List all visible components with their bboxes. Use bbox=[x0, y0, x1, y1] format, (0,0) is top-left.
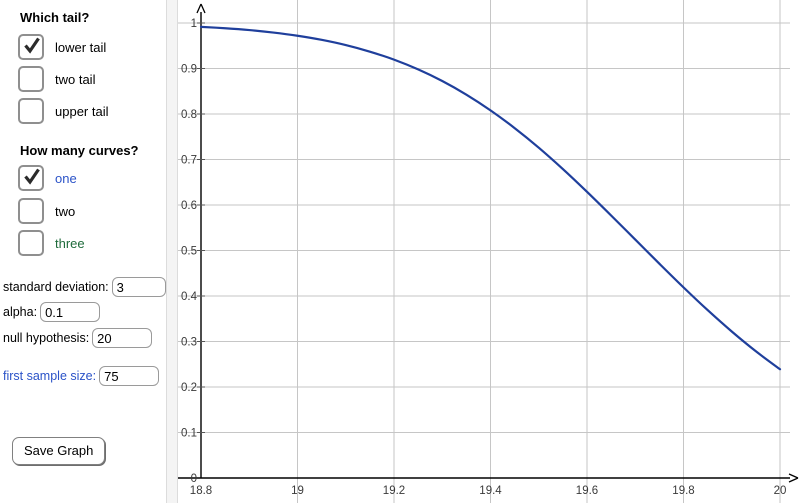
x-tick-label: 19.4 bbox=[479, 485, 502, 497]
checkbox-two-tail[interactable] bbox=[18, 66, 44, 92]
how-many-curves-heading: How many curves? bbox=[20, 143, 139, 158]
input-alpha[interactable] bbox=[40, 302, 101, 322]
label-alpha: alpha: bbox=[3, 304, 38, 319]
check-mark-icon bbox=[24, 168, 40, 185]
checkbox-one-curve[interactable] bbox=[18, 165, 44, 191]
which-tail-heading: Which tail? bbox=[20, 10, 90, 25]
field-row-standard-deviation: standard deviation: bbox=[3, 276, 166, 298]
check-mark-icon bbox=[24, 37, 40, 54]
checkbox-row-two-tail[interactable]: two tail bbox=[18, 65, 95, 93]
input-standard-deviation[interactable] bbox=[111, 277, 166, 297]
x-axis-arrow-icon bbox=[788, 473, 799, 483]
field-row-first-sample-size: first sample size: bbox=[3, 365, 160, 387]
checkbox-label-three-curves: three bbox=[55, 235, 85, 251]
axes bbox=[178, 3, 799, 483]
label-null-hypothesis: null hypothesis: bbox=[3, 330, 90, 345]
label-first-sample-size: first sample size: bbox=[3, 368, 97, 383]
checkbox-label-one-curve: one bbox=[55, 170, 77, 186]
panel-divider-scrollbar[interactable] bbox=[166, 0, 178, 503]
x-tick-labels: 18.8 19 19.2 19.4 19.6 19.8 20 bbox=[190, 485, 787, 497]
graph-area[interactable]: 0 0.1 0.2 0.3 0.4 0.5 0.6 0.7 0.8 0.9 1 18.8 19 19.2… bbox=[178, 0, 800, 503]
checkbox-row-one-curve[interactable]: one bbox=[18, 164, 77, 192]
checkbox-row-upper-tail[interactable]: upper tail bbox=[18, 97, 108, 125]
checkbox-label-two-curves: two bbox=[55, 203, 76, 219]
checkbox-label-lower-tail: lower tail bbox=[55, 39, 107, 55]
y-tick-label: 0 bbox=[191, 473, 197, 485]
save-graph-button[interactable]: Save Graph bbox=[12, 437, 106, 465]
x-tick-label: 19.6 bbox=[576, 485, 598, 497]
y-tick-label: 1 bbox=[191, 18, 197, 30]
y-tick-label: 0.6 bbox=[181, 200, 197, 212]
x-tick-label: 20 bbox=[774, 485, 787, 497]
input-first-sample-size[interactable] bbox=[99, 366, 160, 386]
checkbox-three-curves[interactable] bbox=[18, 230, 44, 256]
y-tick-label: 0.3 bbox=[181, 337, 197, 349]
y-tick-label: 0.9 bbox=[181, 64, 197, 76]
checkbox-label-two-tail: two tail bbox=[55, 71, 96, 87]
checkbox-two-curves[interactable] bbox=[18, 198, 44, 224]
y-tick-label: 0.8 bbox=[181, 109, 197, 121]
checkbox-row-lower-tail[interactable]: lower tail bbox=[18, 33, 106, 61]
checkbox-row-three-curves[interactable]: three bbox=[18, 229, 85, 257]
x-tick-label: 18.8 bbox=[190, 485, 212, 497]
checkbox-label-upper-tail: upper tail bbox=[55, 103, 109, 119]
power-curve-chart: 0 0.1 0.2 0.3 0.4 0.5 0.6 0.7 0.8 0.9 1 18.8 19 19.2… bbox=[178, 0, 799, 503]
x-tick-label: 19.2 bbox=[383, 485, 405, 497]
y-tick-label: 0.2 bbox=[181, 382, 197, 394]
checkbox-row-two-curves[interactable]: two bbox=[18, 197, 75, 225]
y-axis-arrow-icon bbox=[196, 3, 206, 14]
input-null-hypothesis[interactable] bbox=[92, 328, 153, 348]
field-row-alpha: alpha: bbox=[3, 301, 101, 323]
checkbox-lower-tail[interactable] bbox=[18, 34, 44, 60]
control-panel: Which tail? lower tail two tail upper ta… bbox=[0, 0, 166, 503]
y-tick-label: 0.1 bbox=[181, 428, 197, 440]
x-tick-label: 19.8 bbox=[672, 485, 694, 497]
power-curve-app: Which tail? lower tail two tail upper ta… bbox=[0, 0, 800, 503]
field-row-null-hypothesis: null hypothesis: bbox=[3, 327, 153, 349]
y-tick-label: 0.5 bbox=[181, 246, 197, 258]
y-tick-label: 0.7 bbox=[181, 155, 197, 167]
x-tick-label: 19 bbox=[291, 485, 304, 497]
checkbox-upper-tail[interactable] bbox=[18, 98, 44, 124]
y-tick-label: 0.4 bbox=[181, 291, 198, 303]
grid-lines bbox=[178, 0, 790, 503]
label-standard-deviation: standard deviation: bbox=[3, 279, 109, 294]
